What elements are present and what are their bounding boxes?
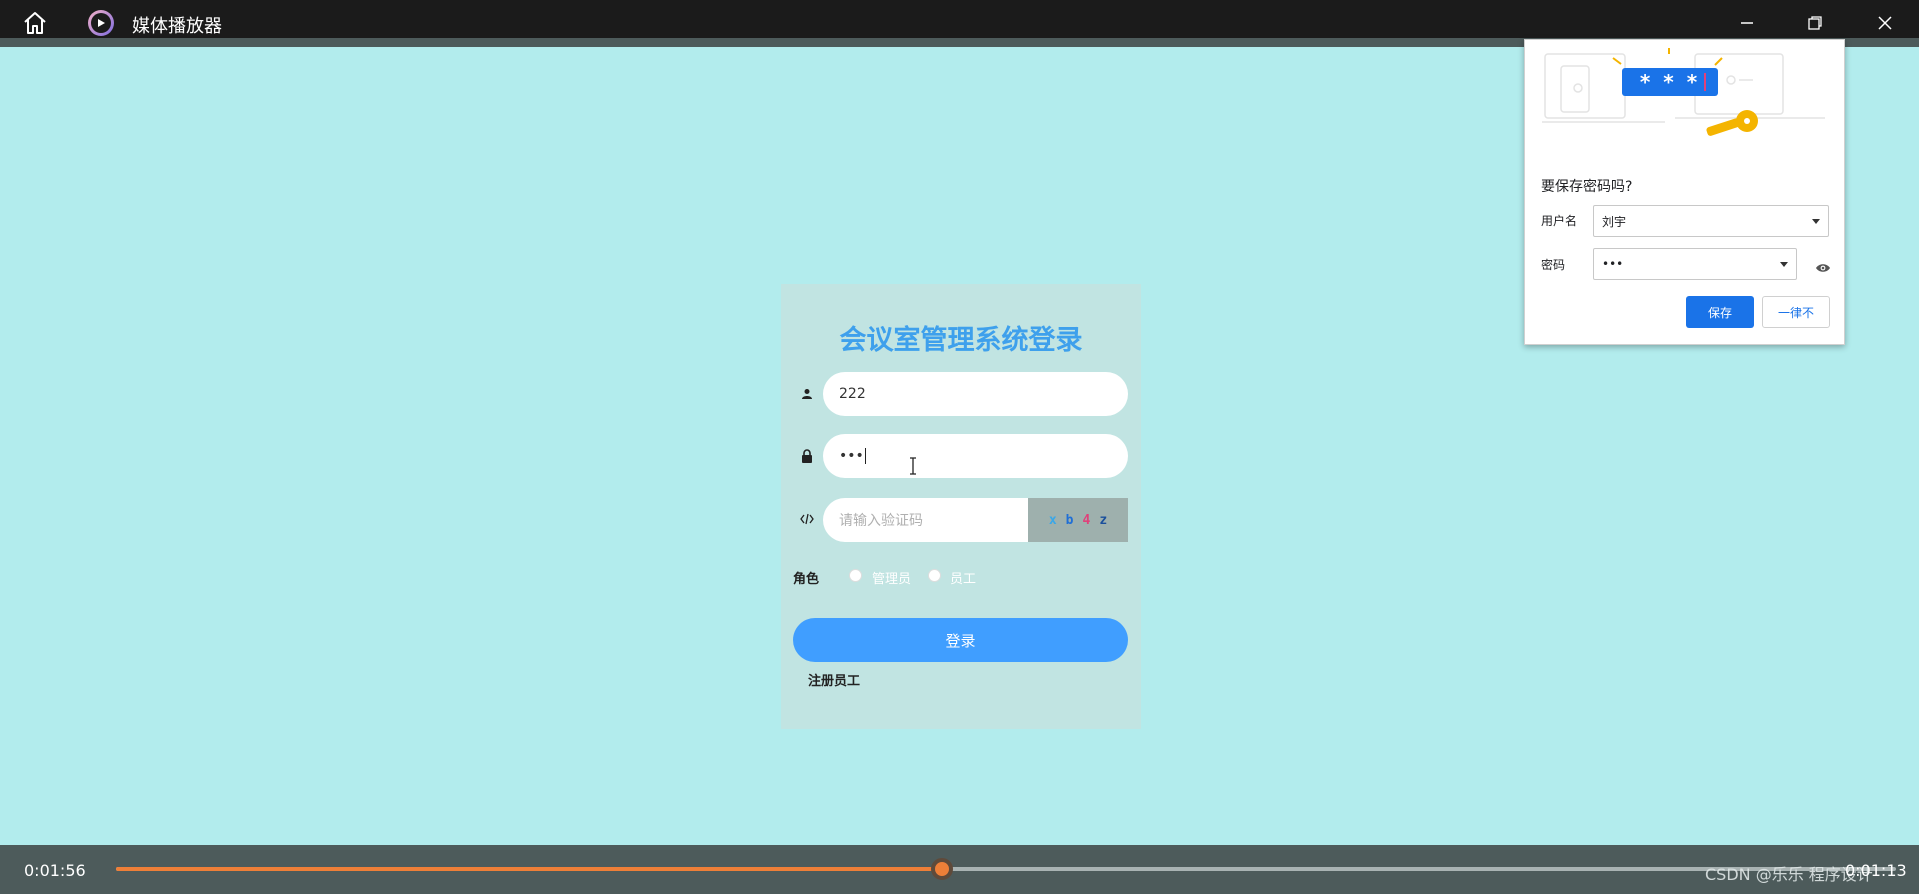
password-input[interactable]: ••• [823,434,1128,478]
text-cursor-icon [908,457,918,475]
save-button[interactable]: 保存 [1686,296,1754,328]
seek-bar-progress [116,867,942,871]
login-card: 会议室管理系统登录 222 ••• 请输入验证码 x b 4 z 角色 管理员 … [781,284,1141,729]
username-input[interactable]: 222 [823,372,1128,416]
close-icon[interactable] [1870,10,1900,36]
role-radio-admin[interactable] [849,569,862,582]
register-employee-link[interactable]: 注册员工 [808,670,860,689]
login-button[interactable]: 登录 [793,618,1128,662]
code-icon [799,511,815,527]
popup-username-select[interactable]: 刘宇 [1593,205,1829,237]
text-caret [864,448,866,464]
popup-password-label: 密码 [1541,258,1566,272]
captcha-input[interactable]: 请输入验证码 [823,498,1031,542]
window-title: 媒体播放器 [132,16,222,37]
restore-icon[interactable] [1800,10,1830,36]
chevron-down-icon [1812,219,1820,224]
eye-icon[interactable] [1815,259,1831,272]
role-option-employee[interactable]: 员工 [950,568,976,587]
masked-password-badge: * * * [1639,70,1701,94]
save-password-popup: * * * 要保存密码吗? 用户名 刘宇 密码 ••• 保存 一律不 [1524,39,1845,345]
seek-thumb[interactable] [930,858,953,880]
captcha-char: b [1065,512,1074,528]
save-password-heading: 要保存密码吗? [1541,179,1633,195]
role-option-admin[interactable]: 管理员 [872,568,911,587]
password-value: ••• [839,448,864,464]
current-time: 0:01:56 [24,861,86,880]
lock-icon [799,448,815,464]
popup-username-label: 用户名 [1541,214,1578,228]
minimize-icon[interactable] [1732,10,1762,36]
save-password-illustration: * * * [1525,40,1846,150]
popup-username-value: 刘宇 [1602,214,1627,229]
total-time: 0:01:13 [1845,861,1907,880]
role-label: 角色 [793,572,820,587]
captcha-char: x [1048,512,1057,528]
captcha-char: z [1099,512,1108,528]
player-controls: 0:01:56 CSDN @乐乐 程序设计 0:01:13 [0,845,1919,894]
login-title: 会议室管理系统登录 [839,325,1083,356]
title-bar: 媒体播放器 [0,0,1919,47]
captcha-image[interactable]: x b 4 z [1028,498,1128,542]
popup-password-select[interactable]: ••• [1593,248,1797,280]
seek-bar[interactable] [116,858,1896,880]
media-player-logo-icon [88,10,114,36]
chevron-down-icon [1780,262,1788,267]
user-icon [799,386,815,402]
role-radio-employee[interactable] [928,569,941,582]
popup-password-value: ••• [1602,257,1624,271]
never-button[interactable]: 一律不 [1762,296,1830,328]
captcha-char: 4 [1082,512,1091,528]
home-icon[interactable] [20,10,50,36]
